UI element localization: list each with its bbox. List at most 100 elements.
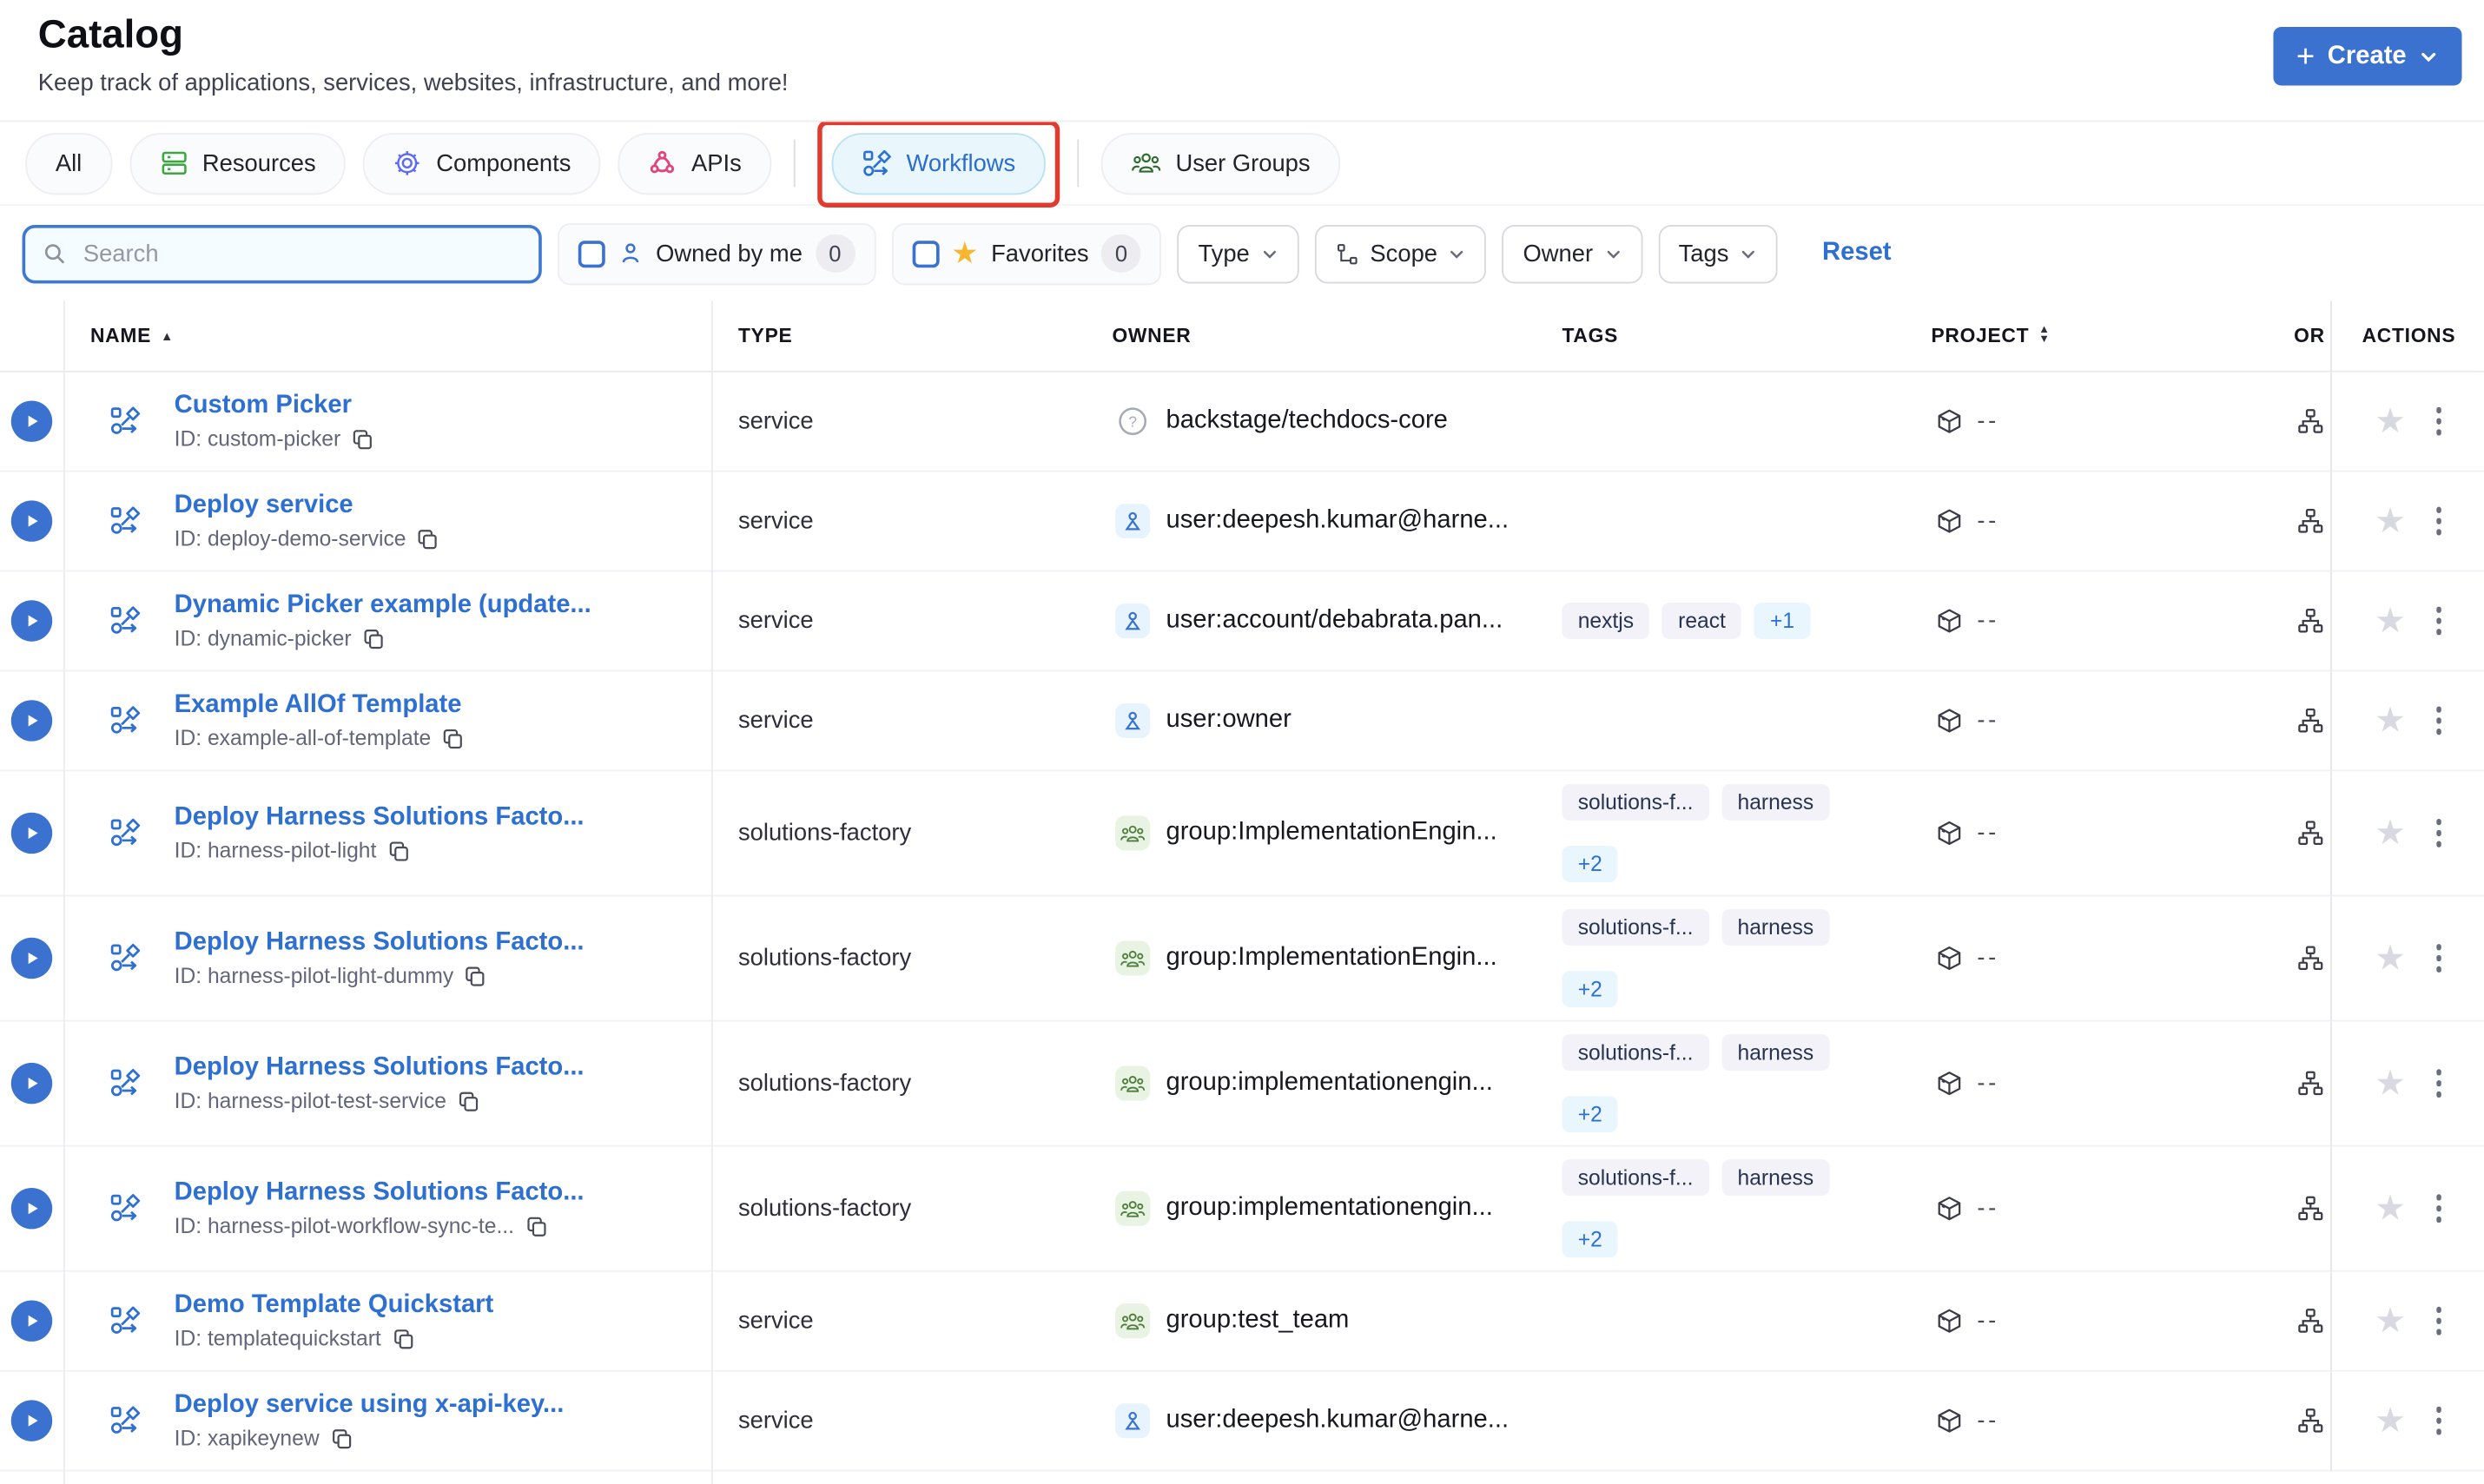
tags-more-pill[interactable]: +2 <box>1562 1096 1619 1133</box>
column-header-name[interactable]: NAME ▲ <box>90 325 174 347</box>
table-row: Deploy Harness Solutions Facto... ID: ha… <box>0 896 2484 1022</box>
tab-resources[interactable]: Resources <box>129 132 347 195</box>
play-icon <box>28 615 38 627</box>
org-chart-icon[interactable] <box>2297 1195 2324 1222</box>
favorites-checkbox[interactable] <box>911 240 939 267</box>
workflow-name-link[interactable]: Deploy Harness Solutions Facto... <box>175 1054 585 1083</box>
workflow-name-link[interactable]: Demo Template Quickstart <box>175 1291 494 1320</box>
favorite-star-button[interactable]: ★ <box>2375 1402 2406 1438</box>
copy-icon[interactable] <box>458 1090 480 1112</box>
favorites-filter[interactable]: ★ Favorites 0 <box>891 222 1162 285</box>
org-chart-icon[interactable] <box>2297 408 2324 435</box>
row-menu-button[interactable] <box>2431 1190 2446 1227</box>
run-workflow-button[interactable] <box>10 1400 53 1441</box>
workflow-name-link[interactable]: Deploy Harness Solutions Facto... <box>175 929 585 958</box>
tab-components[interactable]: Components <box>363 132 602 195</box>
favorite-star-button[interactable]: ★ <box>2375 815 2406 850</box>
tab-workflows[interactable]: Workflows <box>831 132 1046 195</box>
favorites-count: 0 <box>1101 234 1141 273</box>
reset-filters-link[interactable]: Reset <box>1822 239 1891 267</box>
tags-more-pill[interactable]: +2 <box>1562 971 1619 1008</box>
run-workflow-button[interactable] <box>10 400 53 442</box>
owned-by-me-label: Owned by me <box>656 240 803 267</box>
workflow-name-link[interactable]: Custom Picker <box>175 392 374 420</box>
org-chart-icon[interactable] <box>2297 508 2324 535</box>
row-menu-button[interactable] <box>2431 1065 2446 1102</box>
favorite-star-button[interactable]: ★ <box>2375 1190 2406 1226</box>
favorite-star-button[interactable]: ★ <box>2375 940 2406 975</box>
copy-icon[interactable] <box>330 1427 353 1449</box>
workflow-name-link[interactable]: Deploy service <box>175 491 439 520</box>
run-workflow-button[interactable] <box>10 500 53 542</box>
run-workflow-button[interactable] <box>10 1188 53 1230</box>
tab-all[interactable]: All <box>25 132 112 195</box>
run-workflow-button[interactable] <box>10 700 53 742</box>
search-input[interactable] <box>80 238 522 269</box>
favorite-star-button[interactable]: ★ <box>2375 403 2406 439</box>
tag-pill: nextjs <box>1562 603 1650 639</box>
org-chart-icon[interactable] <box>2297 820 2324 847</box>
copy-icon[interactable] <box>362 627 385 650</box>
owned-by-me-filter[interactable]: Owned by me 0 <box>558 222 875 285</box>
workflow-type-icon <box>109 605 141 636</box>
org-chart-icon[interactable] <box>2297 1408 2324 1435</box>
actions-cell: ★ <box>2330 1371 2484 1472</box>
favorite-star-button[interactable]: ★ <box>2375 603 2406 638</box>
run-workflow-button[interactable] <box>10 812 53 854</box>
favorite-star-button[interactable]: ★ <box>2375 1065 2406 1101</box>
user-icon <box>1115 1403 1151 1439</box>
row-menu-button[interactable] <box>2431 702 2446 739</box>
tags-more-pill[interactable]: +1 <box>1754 603 1811 639</box>
owner-dropdown[interactable]: Owner <box>1502 224 1642 283</box>
run-workflow-button[interactable] <box>10 937 53 979</box>
favorite-star-button[interactable]: ★ <box>2375 1303 2406 1338</box>
row-menu-button[interactable] <box>2431 603 2446 640</box>
row-menu-button[interactable] <box>2431 403 2446 440</box>
copy-icon[interactable] <box>352 427 374 450</box>
tab-user-groups-label: User Groups <box>1175 149 1311 177</box>
row-menu-button[interactable] <box>2431 503 2446 540</box>
project-cell: -- <box>1936 1408 1999 1435</box>
copy-icon[interactable] <box>387 840 410 862</box>
type-dropdown[interactable]: Type <box>1177 224 1299 283</box>
favorite-star-button[interactable]: ★ <box>2375 503 2406 538</box>
api-icon <box>649 148 677 177</box>
run-cell <box>0 472 63 571</box>
create-button[interactable]: + Create <box>2272 27 2462 86</box>
favorite-star-button[interactable]: ★ <box>2375 702 2406 738</box>
copy-icon[interactable] <box>525 1215 548 1237</box>
workflow-name-link[interactable]: Deploy service using x-api-key... <box>175 1391 565 1420</box>
tab-user-groups[interactable]: User Groups <box>1100 132 1341 195</box>
run-workflow-button[interactable] <box>10 1062 53 1105</box>
org-chart-icon[interactable] <box>2297 707 2324 734</box>
owned-by-me-checkbox[interactable] <box>578 240 605 267</box>
tags-more-pill[interactable]: +2 <box>1562 1221 1619 1258</box>
copy-icon[interactable] <box>417 527 439 550</box>
row-menu-button[interactable] <box>2431 940 2446 977</box>
workflow-id-text: ID: custom-picker <box>174 426 341 451</box>
workflow-name-link[interactable]: Dynamic Picker example (update... <box>175 591 591 620</box>
row-menu-button[interactable] <box>2431 815 2446 852</box>
workflow-name-link[interactable]: Example AllOf Template <box>175 691 465 720</box>
tab-apis[interactable]: APIs <box>618 132 772 195</box>
copy-icon[interactable] <box>442 727 465 749</box>
row-menu-button[interactable] <box>2431 1303 2446 1340</box>
org-chart-icon[interactable] <box>2297 608 2324 635</box>
row-menu-button[interactable] <box>2431 1402 2446 1440</box>
column-header-project[interactable]: PROJECT ▲ ▼ <box>1931 325 2050 347</box>
run-cell <box>0 1372 63 1470</box>
tags-more-pill[interactable]: +2 <box>1562 846 1619 882</box>
scope-dropdown[interactable]: Scope <box>1314 224 1487 283</box>
org-chart-icon[interactable] <box>2297 945 2324 972</box>
run-workflow-button[interactable] <box>10 600 53 642</box>
org-chart-icon[interactable] <box>2297 1070 2324 1097</box>
tags-dropdown[interactable]: Tags <box>1657 224 1778 283</box>
run-workflow-button[interactable] <box>10 1300 53 1342</box>
page-title: Catalog <box>37 12 184 57</box>
org-chart-icon[interactable] <box>2297 1308 2324 1335</box>
owner-text: group:ImplementationEngin... <box>1166 819 1497 847</box>
workflow-name-link[interactable]: Deploy Harness Solutions Facto... <box>175 804 585 833</box>
copy-icon[interactable] <box>465 965 487 987</box>
workflow-name-link[interactable]: Deploy Harness Solutions Facto... <box>175 1179 585 1208</box>
copy-icon[interactable] <box>393 1328 415 1350</box>
